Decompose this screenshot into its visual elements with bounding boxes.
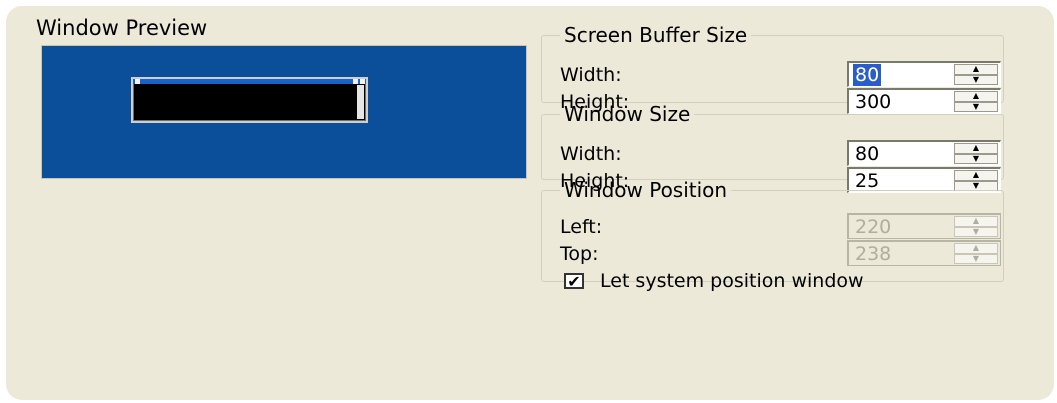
position-top-spinner[interactable]: 238 ▲ ▼ [847,240,1001,266]
preview-system-menu-icon [135,79,140,84]
window-width-spinner[interactable]: 80 ▲ ▼ [847,140,1001,166]
window-size-legend: Window Size [564,102,691,126]
down-arrow-icon[interactable]: ▼ [954,74,998,85]
window-size-group: Window Size Width: 80 ▲ ▼ Height: 25 ▲ ▼ [541,102,1004,193]
let-system-position-label[interactable]: Let system position window [600,270,864,292]
buffer-width-spinner[interactable]: 80 ▲ ▼ [847,61,1001,87]
down-arrow-icon[interactable]: ▼ [954,153,998,164]
preview-close-icon [360,79,365,84]
position-top-label: Top: [560,243,599,265]
window-width-arrows[interactable]: ▲ ▼ [954,143,998,164]
position-left-label: Left: [560,216,603,238]
let-system-position-row[interactable]: ✔ Let system position window [564,270,864,292]
buffer-width-label: Width: [560,64,622,86]
preview-scrollbar [357,85,364,119]
down-arrow-icon[interactable]: ▼ [954,226,998,237]
up-arrow-icon[interactable]: ▲ [954,216,998,227]
preview-console-window [131,77,368,123]
up-arrow-icon[interactable]: ▲ [954,64,998,75]
position-left-spinner[interactable]: 220 ▲ ▼ [847,213,1001,239]
up-arrow-icon[interactable]: ▲ [954,243,998,254]
position-left-arrows[interactable]: ▲ ▼ [954,216,998,237]
layout-panel: Window Preview Screen Buffer Size Width:… [6,6,1054,400]
window-preview-label: Window Preview [36,16,208,40]
buffer-width-value[interactable]: 80 [853,64,882,86]
preview-titlebar [133,79,366,84]
position-top-arrows[interactable]: ▲ ▼ [954,243,998,264]
screen-buffer-size-group: Screen Buffer Size Width: 80 ▲ ▼ Height:… [541,23,1004,114]
window-position-group: Window Position Left: 220 ▲ ▼ Top: 238 ▲… [541,178,1004,292]
position-top-value[interactable]: 238 [855,243,891,265]
preview-minimize-icon [353,79,358,84]
window-width-value[interactable]: 80 [855,143,879,165]
let-system-position-checkbox[interactable]: ✔ [564,271,584,291]
checkmark-icon: ✔ [567,271,581,291]
buffer-width-arrows[interactable]: ▲ ▼ [954,64,998,85]
down-arrow-icon[interactable]: ▼ [954,253,998,264]
window-preview [41,45,527,179]
screen-buffer-size-legend: Screen Buffer Size [564,23,748,47]
position-left-value[interactable]: 220 [855,216,891,238]
up-arrow-icon[interactable]: ▲ [954,143,998,154]
up-arrow-icon[interactable]: ▲ [954,91,998,102]
window-position-legend: Window Position [564,178,728,202]
window-width-label: Width: [560,143,622,165]
